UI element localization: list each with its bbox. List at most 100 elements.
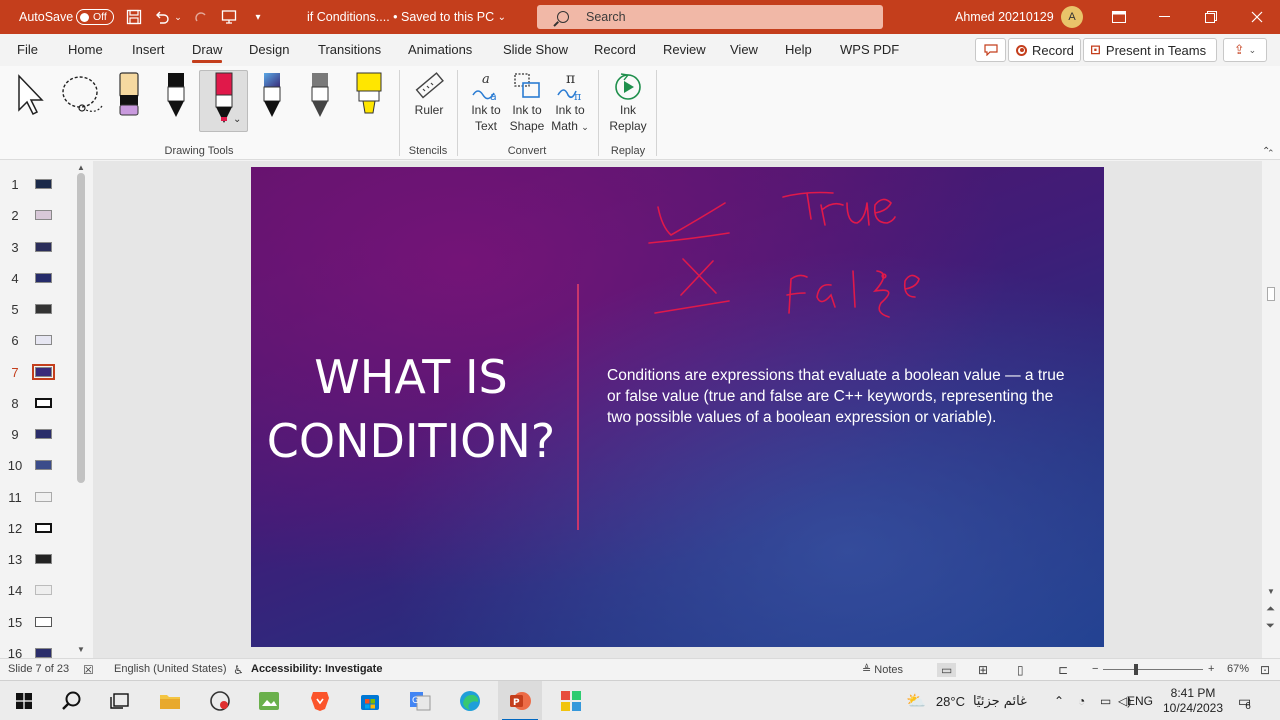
thumbnail-item[interactable]: 10 — [0, 449, 74, 480]
scrollbar-thumb[interactable] — [77, 173, 85, 483]
next-slide-icon[interactable]: ⏷ — [1266, 620, 1275, 633]
customize-qat-icon[interactable]: ▾ — [247, 0, 269, 34]
tab-view[interactable]: View — [730, 42, 758, 57]
pen-black-icon[interactable] — [163, 71, 189, 119]
powerpoint-taskbar-icon[interactable]: P — [498, 681, 542, 720]
select-tool-icon[interactable] — [16, 74, 46, 116]
task-view-icon[interactable] — [98, 681, 142, 720]
user-name[interactable]: Ahmed 20210129 — [955, 0, 1054, 34]
thumbnail-item[interactable]: 5 — [0, 293, 74, 324]
search-box[interactable]: Search — [537, 5, 883, 29]
pen-red-icon[interactable] — [211, 71, 237, 123]
clock[interactable]: 8:41 PM 10/24/2023 — [1160, 681, 1226, 720]
present-in-teams-button[interactable]: ⊡ Present in Teams — [1083, 38, 1217, 62]
screen-recorder-icon[interactable] — [198, 681, 242, 720]
close-icon[interactable] — [1234, 0, 1280, 34]
canvas-scrollbar[interactable]: ⌃ ▼ ⏶ ⏷ — [1262, 148, 1280, 658]
normal-view-icon[interactable]: ▭ — [937, 663, 957, 677]
pencil-grey-icon[interactable] — [307, 71, 333, 119]
scroll-down-icon[interactable]: ▼ — [1267, 587, 1275, 596]
tab-design[interactable]: Design — [249, 42, 289, 57]
thumbnail-item[interactable]: 8 — [0, 387, 74, 418]
reading-view-icon[interactable]: ▯ — [1017, 663, 1024, 677]
network-icon[interactable]: ◔ — [1078, 681, 1085, 720]
share-button[interactable]: ⇪ ⌄ — [1223, 38, 1267, 62]
slide-sorter-icon[interactable]: ⊞ — [978, 663, 988, 677]
windows-start-icon[interactable] — [2, 681, 46, 720]
show-hidden-icons-icon[interactable]: ⌃ — [1054, 681, 1064, 720]
thumbnail-item[interactable]: 14 — [0, 574, 74, 605]
minimize-icon[interactable] — [1142, 0, 1188, 34]
input-language[interactable]: ENG — [1127, 681, 1153, 720]
thumbnail-item[interactable]: 2 — [0, 199, 74, 230]
slide-show-view-icon[interactable]: ⊏ — [1058, 663, 1068, 677]
accessibility-status[interactable]: Accessibility: Investigate — [251, 663, 382, 675]
microsoft-store-icon[interactable] — [348, 681, 392, 720]
zoom-in-icon[interactable]: + — [1208, 663, 1214, 675]
ink-to-text-button[interactable]: aa Ink to Text — [463, 70, 509, 134]
translate-icon[interactable]: G — [398, 681, 442, 720]
battery-icon[interactable]: ▭ — [1100, 681, 1111, 720]
edge-browser-icon[interactable] — [448, 681, 492, 720]
tab-review[interactable]: Review — [663, 42, 706, 57]
ink-annotations[interactable] — [251, 167, 1104, 647]
undo-dropdown-icon[interactable]: ⌄ — [172, 0, 184, 34]
tab-draw[interactable]: Draw — [192, 42, 223, 63]
zoom-level[interactable]: 67% — [1227, 663, 1249, 675]
thumbnail-item-active[interactable]: 7 — [0, 356, 74, 387]
tab-slide-show[interactable]: Slide Show — [503, 42, 568, 57]
thumbnail-item[interactable]: 4 — [0, 262, 74, 293]
ink-to-shape-button[interactable]: Ink to Shape — [504, 70, 550, 134]
present-from-start-icon[interactable] — [218, 0, 240, 34]
pen-galaxy-icon[interactable] — [259, 71, 285, 119]
avatar[interactable]: A — [1061, 6, 1083, 28]
thumbnail-item[interactable]: 1 — [0, 168, 74, 199]
tab-insert[interactable]: Insert — [132, 42, 165, 57]
comments-button[interactable] — [975, 38, 1006, 62]
file-explorer-icon[interactable] — [148, 681, 192, 720]
search-icon[interactable] — [50, 681, 94, 720]
weather-widget[interactable]: ⛅ 28°C غائم جزئيًا — [906, 681, 1027, 720]
undo-icon[interactable] — [151, 0, 173, 34]
tab-home[interactable]: Home — [68, 42, 103, 57]
language-indicator[interactable]: English (United States) — [114, 663, 227, 675]
ink-replay-button[interactable]: Ink Replay — [605, 70, 651, 134]
scrollbar-thumb[interactable] — [1267, 287, 1275, 301]
app-grid-icon[interactable] — [549, 681, 593, 720]
ribbon-display-icon[interactable] — [1096, 0, 1142, 34]
restore-icon[interactable] — [1188, 0, 1234, 34]
thumbnail-item[interactable]: 15 — [0, 606, 74, 637]
tab-animations[interactable]: Animations — [408, 42, 472, 57]
fit-to-window-icon[interactable]: ⊡ — [1260, 663, 1270, 677]
tab-wps-pdf[interactable]: WPS PDF — [840, 42, 899, 57]
slide[interactable]: WHAT IS CONDITION? Conditions are expres… — [251, 167, 1104, 647]
scroll-up-icon[interactable]: ⌃ — [1267, 148, 1275, 159]
redo-icon[interactable] — [190, 0, 212, 34]
thumbnail-item[interactable]: 3 — [0, 231, 74, 262]
ink-to-math-button[interactable]: ππ Ink to Math ⌄ — [546, 70, 594, 135]
zoom-slider-handle[interactable] — [1134, 664, 1138, 675]
save-icon[interactable] — [123, 0, 145, 34]
autosave-toggle[interactable]: Off — [76, 9, 114, 25]
scroll-up-icon[interactable]: ▲ — [77, 163, 85, 172]
thumbnails-scrollbar[interactable]: ▲ ▼ — [74, 161, 88, 658]
thumbnail-item[interactable]: 11 — [0, 481, 74, 512]
eraser-icon[interactable] — [116, 71, 142, 119]
tab-record[interactable]: Record — [594, 42, 636, 57]
ink-to-math-dropdown-icon[interactable]: ⌄ — [581, 122, 589, 132]
zoom-slider-track[interactable] — [1103, 669, 1203, 670]
zoom-out-icon[interactable]: − — [1092, 663, 1098, 675]
thumbnail-item[interactable]: 12 — [0, 512, 74, 543]
record-button[interactable]: Record — [1008, 38, 1081, 62]
previous-slide-icon[interactable]: ⏶ — [1266, 603, 1275, 616]
spelling-check-icon[interactable]: ☒ — [83, 663, 94, 677]
notes-button[interactable]: ≜ Notes — [862, 663, 903, 676]
pen-red-dropdown-icon[interactable]: ⌄ — [233, 114, 245, 126]
lasso-select-icon[interactable] — [60, 74, 104, 116]
accessibility-icon[interactable]: ♿ — [233, 663, 244, 677]
thumbnail-item[interactable]: 6 — [0, 324, 74, 355]
document-title[interactable]: if Conditions.... • Saved to this PC ⌄ — [307, 0, 506, 34]
tab-help[interactable]: Help — [785, 42, 812, 57]
thumbnail-item[interactable]: 9 — [0, 418, 74, 449]
notifications-icon[interactable]: ▭ 6 — [1238, 681, 1251, 720]
